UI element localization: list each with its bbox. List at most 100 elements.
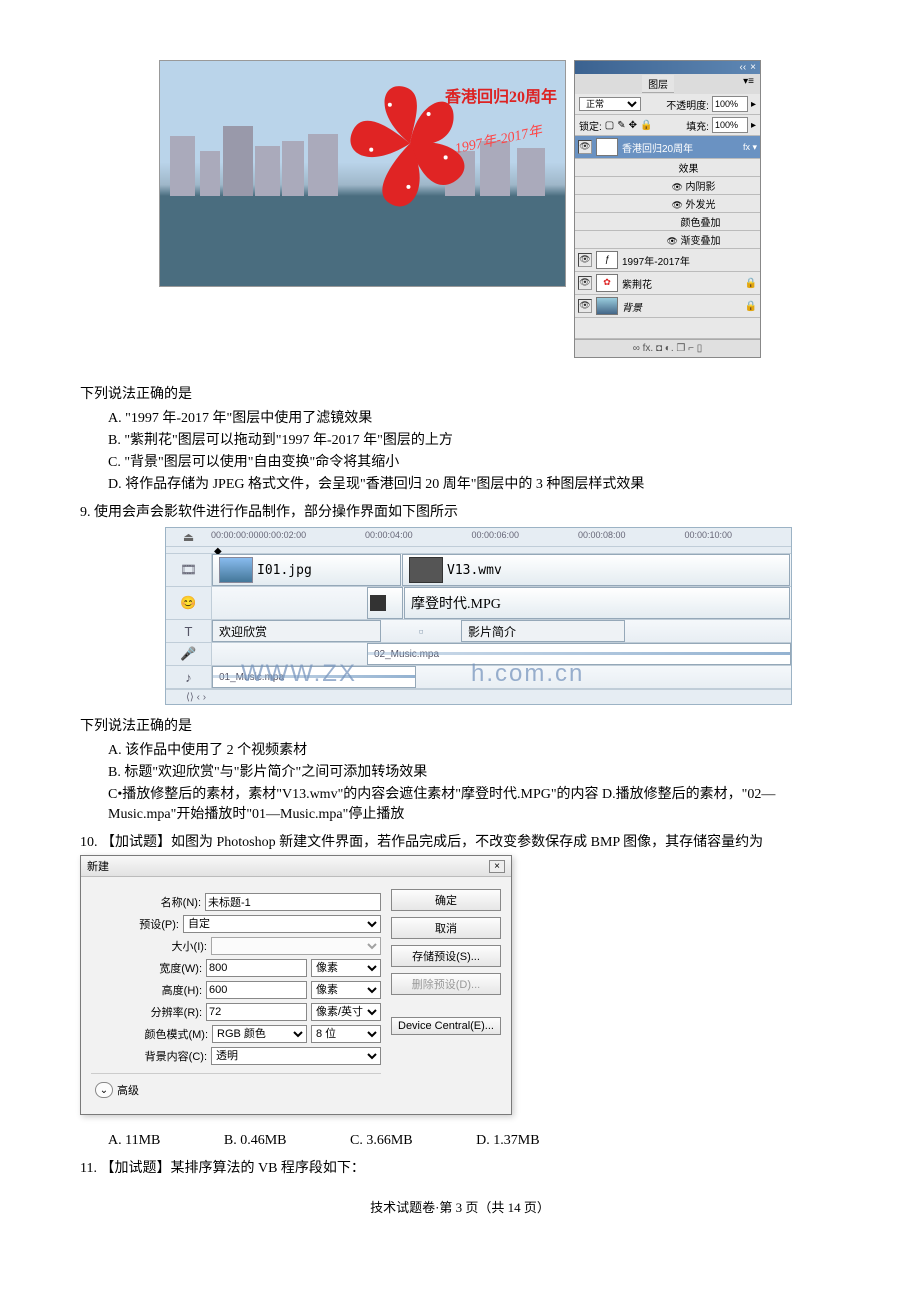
lock-all-icon[interactable]: 🔒 bbox=[640, 120, 652, 131]
canvas-title-text: 香港回归20周年 bbox=[445, 83, 557, 107]
q9-stem: 9. 使用会声会影软件进行作品制作，部分操作界面如下图所示 bbox=[80, 501, 840, 521]
dialog-buttons: 确定 取消 存储预设(S)... 删除预设(D)... Device Centr… bbox=[391, 889, 501, 1102]
lock-row: 锁定: ▢ ✎ ✥ 🔒 填充: ▸ bbox=[575, 115, 760, 136]
close-icon[interactable]: × bbox=[750, 62, 756, 73]
fx-inner-shadow[interactable]: 👁 内阴影 bbox=[575, 177, 760, 195]
fill-input[interactable] bbox=[712, 117, 748, 133]
layer-years[interactable]: 👁 ƒ 1997年-2017年 bbox=[575, 249, 760, 272]
opacity-input[interactable] bbox=[712, 96, 748, 112]
close-icon[interactable]: × bbox=[489, 860, 505, 873]
width-unit-select[interactable]: 像素 bbox=[311, 959, 381, 977]
panel-footer-icons[interactable]: ∞ fx. ◘ ◐. ❐ ⌐ ▯ bbox=[575, 339, 760, 357]
time-ruler: ⏏ 00:00:00:00 00:00:02:00 00:00:04:00 00… bbox=[166, 528, 791, 547]
page-footer: 技术试题卷·第 3 页（共 14 页） bbox=[80, 1197, 840, 1216]
q8-opt-d: D. 将作品存储为 JPEG 格式文件，会呈现"香港回归 20 周年"图层中的 … bbox=[108, 473, 840, 493]
title-gap: ▫ bbox=[381, 620, 461, 642]
opacity-flyout-icon[interactable]: ▸ bbox=[751, 99, 756, 110]
text-thumb-icon: T bbox=[596, 138, 618, 156]
q10-opt-b: B. 0.46MB bbox=[224, 1133, 287, 1149]
video-track-icon[interactable]: 🎞 bbox=[166, 554, 212, 586]
panel-titlebar: ‹‹ × bbox=[575, 61, 760, 74]
title-clip-1[interactable]: 欢迎欣赏 bbox=[212, 620, 381, 642]
zoom-icon[interactable]: ⟨⟩ ‹ › bbox=[186, 692, 206, 703]
dialog-titlebar: 新建 × bbox=[81, 856, 511, 877]
lock-trans-icon[interactable]: ▢ bbox=[605, 120, 614, 131]
height-unit-select[interactable]: 像素 bbox=[311, 981, 381, 999]
q9-opt-cd: C•播放修整后的素材，素材"V13.wmv"的内容会遮住素材"摩登时代.MPG"… bbox=[108, 783, 840, 823]
visibility-icon[interactable]: 👁 bbox=[578, 299, 592, 313]
ps-figure: 香港回归20周年 1997年-2017年 ‹‹ × 图层 ▾≡ 正常 不透明度: bbox=[80, 60, 840, 358]
fx-header[interactable]: 效果 bbox=[575, 159, 760, 177]
fx-outer-glow[interactable]: 👁 外发光 bbox=[575, 195, 760, 213]
transition-thumb-icon bbox=[370, 595, 386, 611]
fx-color-overlay[interactable]: 👁 颜色叠加 bbox=[575, 213, 760, 231]
dialog-title: 新建 bbox=[87, 858, 109, 874]
timeline-scrollbar[interactable]: ⟨⟩ ‹ › bbox=[166, 689, 791, 704]
bg-select[interactable]: 透明 bbox=[211, 1047, 381, 1065]
layer-hk20[interactable]: 👁 T 香港回归20周年 fx ▾ bbox=[575, 136, 760, 159]
preset-select[interactable]: 自定 bbox=[183, 915, 381, 933]
title-track-icon[interactable]: T bbox=[166, 620, 212, 642]
lock-icon: 🔒 bbox=[745, 301, 757, 312]
title-clip-2[interactable]: 影片简介 bbox=[461, 620, 625, 642]
lock-label: 锁定: bbox=[579, 118, 602, 133]
fx-gradient-overlay[interactable]: 👁 渐变叠加 bbox=[575, 231, 760, 249]
overlay-track-icon[interactable]: 😊 bbox=[166, 587, 212, 619]
voice-track: 🎤 02_Music.mpa bbox=[166, 643, 791, 666]
voice-track-icon[interactable]: 🎤 bbox=[166, 643, 212, 665]
lock-move-icon[interactable]: ✥ bbox=[629, 120, 637, 131]
lock-paint-icon[interactable]: ✎ bbox=[617, 120, 625, 131]
tick: 00:00:04:00 bbox=[365, 530, 471, 544]
clip-thumb-icon bbox=[219, 557, 253, 583]
res-unit-select[interactable]: 像素/英寸 bbox=[311, 1003, 381, 1021]
visibility-icon[interactable]: 👁 bbox=[578, 276, 592, 290]
fill-flyout-icon[interactable]: ▸ bbox=[751, 120, 756, 131]
device-central-button[interactable]: Device Central(E)... bbox=[391, 1017, 501, 1035]
res-input[interactable] bbox=[206, 1003, 307, 1021]
visibility-icon[interactable]: 👁 bbox=[578, 253, 592, 267]
bit-select[interactable]: 8 位 bbox=[311, 1025, 381, 1043]
clip-image[interactable]: I01.jpg bbox=[212, 554, 401, 586]
mode-select[interactable]: RGB 颜色 bbox=[212, 1025, 307, 1043]
audio-clip-1[interactable]: 01_Music.mpa bbox=[212, 666, 416, 688]
ruler-tool-icon[interactable]: ⏏ bbox=[166, 530, 211, 544]
layer-bauhinia[interactable]: 👁 ✿ 紫荆花 🔒 bbox=[575, 272, 760, 295]
minimize-icon[interactable]: ‹‹ bbox=[739, 62, 746, 73]
q10-opt-c: C. 3.66MB bbox=[350, 1133, 413, 1149]
width-input[interactable] bbox=[206, 959, 307, 977]
blend-mode-select[interactable]: 正常 bbox=[579, 97, 641, 111]
tick: 00:00:02:00 bbox=[259, 530, 365, 544]
blend-row: 正常 不透明度: ▸ bbox=[575, 94, 760, 115]
transition-clip[interactable] bbox=[367, 587, 403, 619]
clip-video2[interactable]: 摩登时代.MPG bbox=[404, 587, 790, 619]
clip-thumb-icon bbox=[409, 557, 443, 583]
clip-video1[interactable]: V13.wmv bbox=[402, 554, 790, 586]
layer-background[interactable]: 👁 背景 🔒 bbox=[575, 295, 760, 318]
name-input[interactable] bbox=[205, 893, 381, 911]
size-select bbox=[211, 937, 381, 955]
cancel-button[interactable]: 取消 bbox=[391, 917, 501, 939]
advanced-label: 高级 bbox=[117, 1082, 139, 1098]
audio-clip-2[interactable]: 02_Music.mpa bbox=[367, 643, 791, 665]
video-timeline: ⏏ 00:00:00:00 00:00:02:00 00:00:04:00 00… bbox=[165, 527, 792, 705]
layers-tab[interactable]: 图层 bbox=[642, 75, 674, 93]
tick: 00:00:08:00 bbox=[578, 530, 684, 544]
audio-label: 02_Music.mpa bbox=[374, 649, 439, 660]
layer-label: 背景 bbox=[622, 299, 642, 314]
q8-options: A. "1997 年-2017 年"图层中使用了滤镜效果 B. "紫荆花"图层可… bbox=[108, 407, 840, 493]
music-track: ♪ 01_Music.mpa bbox=[166, 666, 791, 689]
visibility-icon[interactable]: 👁 bbox=[578, 140, 592, 154]
ok-button[interactable]: 确定 bbox=[391, 889, 501, 911]
advanced-toggle[interactable]: ⌄ 高级 bbox=[95, 1082, 381, 1098]
q8-lead: 下列说法正确的是 bbox=[80, 383, 840, 403]
music-track-icon[interactable]: ♪ bbox=[166, 666, 212, 688]
q10-stem: 10. 【加试题】如图为 Photoshop 新建文件界面，若作品完成后，不改变… bbox=[80, 831, 840, 851]
dialog-fields: 名称(N): 预设(P): 自定 大小(I): 宽度(W): 像素 高 bbox=[91, 889, 381, 1102]
title-track: T 欢迎欣赏 ▫ 影片简介 bbox=[166, 620, 791, 643]
size-label: 大小(I): bbox=[133, 938, 211, 954]
tick: 00:00:10:00 bbox=[684, 530, 790, 544]
panel-menu-icon[interactable]: ▾≡ bbox=[739, 75, 758, 88]
chevron-down-icon: ⌄ bbox=[95, 1082, 113, 1098]
height-input[interactable] bbox=[206, 981, 307, 999]
save-preset-button[interactable]: 存储预设(S)... bbox=[391, 945, 501, 967]
